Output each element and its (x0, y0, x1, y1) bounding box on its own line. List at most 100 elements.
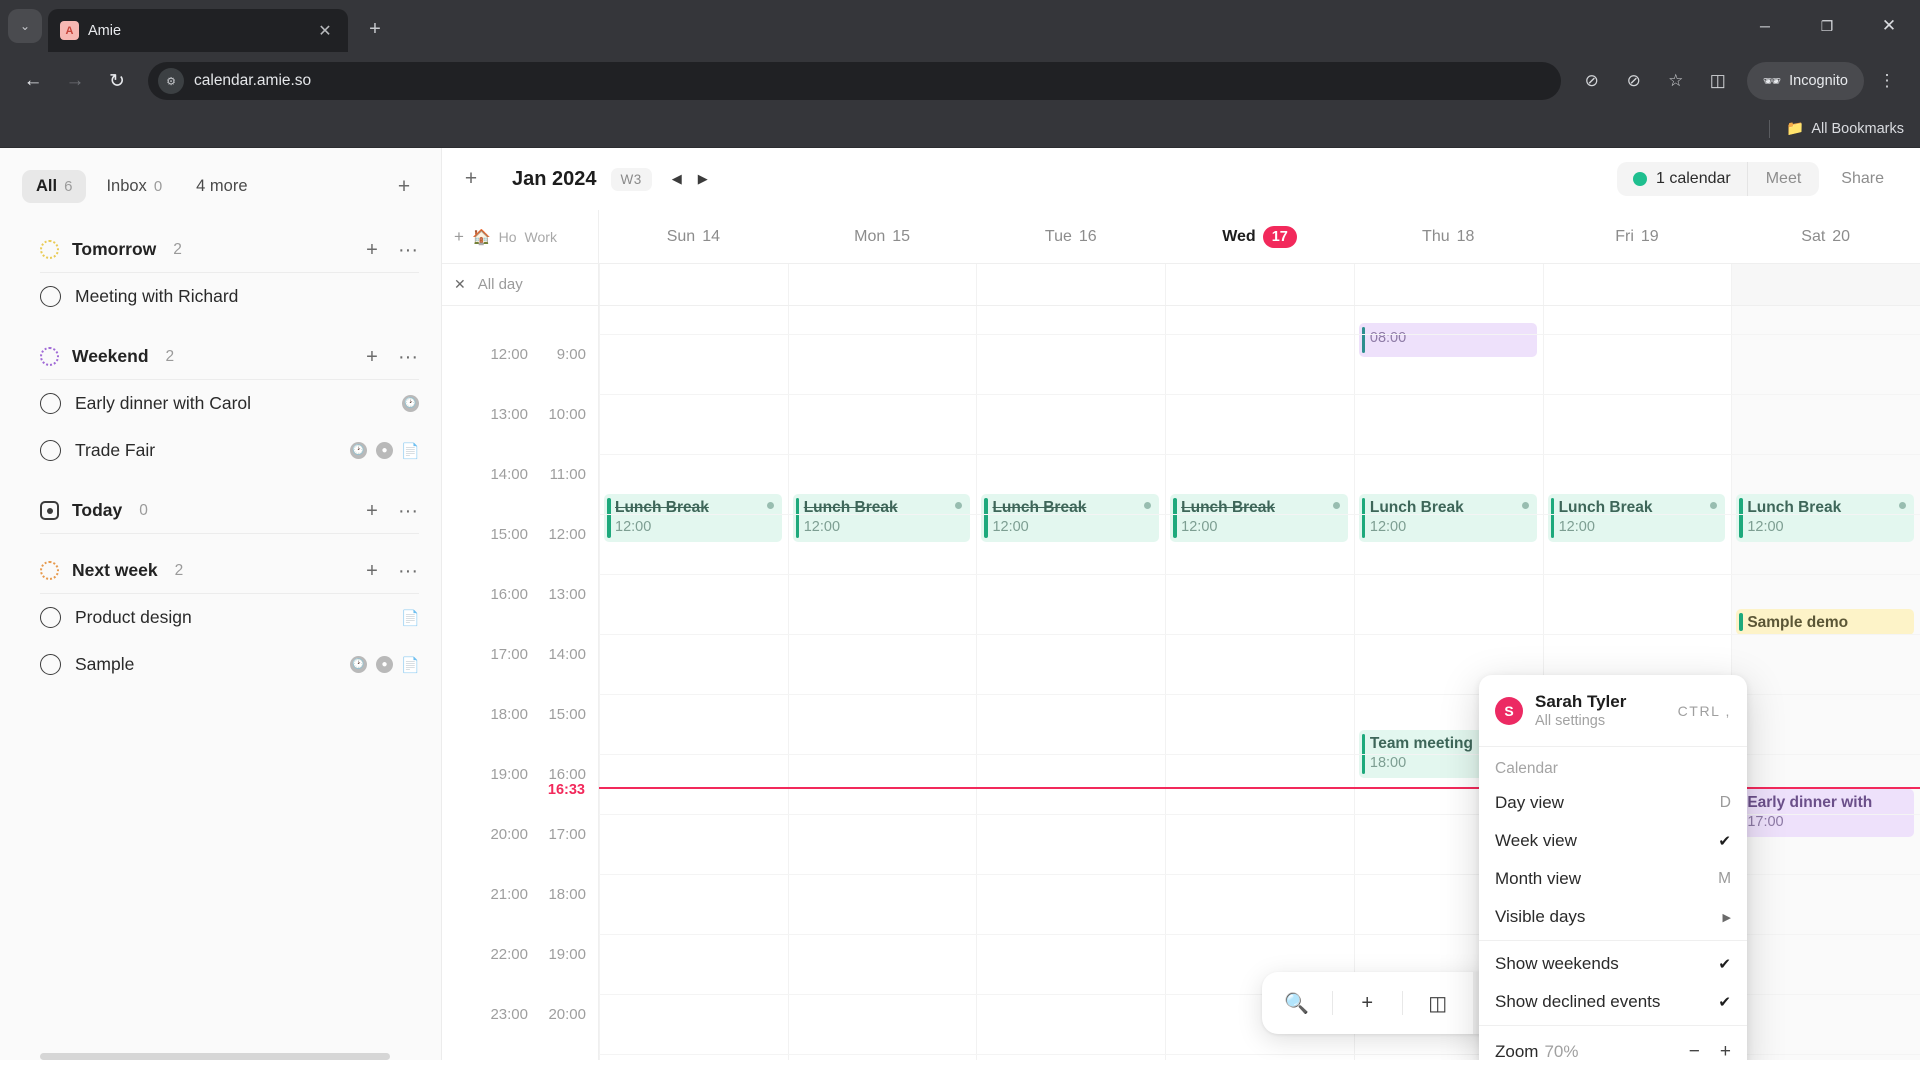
day-header-thu[interactable]: Thu 18 (1354, 210, 1543, 263)
group-more-button[interactable]: ··· (397, 347, 419, 367)
menu-item-week-view[interactable]: Week view ✔ (1479, 822, 1747, 860)
group-more-button[interactable]: ··· (397, 501, 419, 521)
list-item[interactable]: Meeting with Richard (0, 273, 441, 320)
collapse-icon[interactable]: ✕ (454, 276, 466, 293)
list-item[interactable]: Product design 📄 (0, 594, 441, 641)
sidebar-tab-inbox[interactable]: Inbox 0 (92, 170, 176, 203)
calendar-event[interactable]: Lunch Break 12:00 (981, 494, 1160, 542)
bookmark-star-icon[interactable]: ☆ (1657, 62, 1695, 100)
all-day-cell[interactable] (787, 264, 977, 305)
maximize-icon[interactable]: ❐ (1796, 0, 1858, 52)
day-header-wed[interactable]: Wed 17 (1165, 210, 1354, 263)
share-button[interactable]: Share (1819, 162, 1898, 196)
menu-toggle-show-weekends[interactable]: Show weekends ✔ (1479, 945, 1747, 983)
all-day-cell[interactable] (976, 264, 1165, 305)
tab-search-button[interactable]: ⌄ (8, 9, 42, 43)
list-item[interactable]: Early dinner with Carol 🕑 (0, 380, 441, 427)
add-task-to-group-button[interactable]: + (361, 501, 383, 521)
next-week-icon[interactable]: ▶ (698, 171, 708, 187)
add-task-to-group-button[interactable]: + (361, 561, 383, 581)
all-day-cell[interactable] (1542, 264, 1732, 305)
calendar-count-button[interactable]: 1 calendar (1617, 162, 1747, 196)
menu-user-row[interactable]: S Sarah Tyler All settings CTRL , (1479, 681, 1747, 742)
calendar-event[interactable]: Lunch Break 12:00 (1547, 494, 1726, 542)
side-panel-icon[interactable]: ◫ (1699, 62, 1737, 100)
all-day-cell[interactable] (599, 264, 788, 305)
avatar: S (1495, 696, 1523, 725)
task-group-header[interactable]: Next week 2 + ··· (0, 552, 441, 589)
panel-toggle-icon[interactable]: ◫ (1403, 972, 1473, 1034)
zoom-label: Zoom (1495, 1042, 1539, 1060)
day-column-sat[interactable]: Lunch Break 12:00 Sample demo Early dinner … (1731, 306, 1920, 1060)
sidebar-tab-all[interactable]: All 6 (22, 170, 87, 203)
calendar-event[interactable]: Lunch Break 12:00 (604, 494, 782, 542)
calendar-event[interactable]: Lunch Break 12:00 (1358, 494, 1537, 542)
add-task-button[interactable]: + (389, 172, 419, 202)
day-header-fri[interactable]: Fri 19 (1543, 210, 1732, 263)
menu-item-month-view[interactable]: Month view M (1479, 860, 1747, 898)
day-header-mon[interactable]: Mon 15 (788, 210, 977, 263)
incognito-indicator[interactable]: 🕶 Incognito (1746, 62, 1864, 100)
all-day-cell[interactable] (1353, 264, 1543, 305)
calendar-event[interactable]: 08:00 (1358, 323, 1537, 357)
task-checkbox[interactable] (40, 286, 61, 307)
task-checkbox[interactable] (40, 393, 61, 414)
address-bar[interactable]: ⚙ calendar.amie.so (148, 62, 1561, 100)
group-more-button[interactable]: ··· (397, 240, 419, 260)
task-checkbox[interactable] (40, 607, 61, 628)
calendar-event[interactable]: Lunch Break 12:00 (792, 494, 971, 542)
prev-week-icon[interactable]: ◀ (672, 171, 682, 187)
day-column-mon[interactable]: Lunch Break 12:00 (787, 306, 977, 1060)
reload-icon[interactable]: ↻ (98, 62, 136, 100)
add-timezone-icon[interactable]: + (454, 227, 464, 247)
task-group-header[interactable]: Today 0 + ··· (0, 492, 441, 529)
task-checkbox[interactable] (40, 440, 61, 461)
zoom-out-button[interactable]: − (1689, 1041, 1700, 1060)
tracking-protection-icon[interactable]: ⊘ (1573, 62, 1611, 100)
list-item[interactable]: Trade Fair 🕑 ● 📄 (0, 427, 441, 474)
calendar-event[interactable]: Early dinner with 17:00 (1736, 789, 1915, 837)
sidebar-add-button[interactable]: + (458, 167, 484, 191)
all-bookmarks-button[interactable]: 📁 All Bookmarks (1786, 120, 1904, 138)
menu-toggle-show-declined-events[interactable]: Show declined events ✔ (1479, 983, 1747, 1021)
close-tab-icon[interactable]: ✕ (314, 20, 336, 42)
task-checkbox[interactable] (40, 654, 61, 675)
event-color-bar (984, 498, 988, 538)
task-group-header[interactable]: Weekend 2 + ··· (0, 338, 441, 375)
calendar-event[interactable]: Sample demo (1736, 609, 1915, 635)
close-window-icon[interactable]: ✕ (1858, 0, 1920, 52)
task-label: Trade Fair (75, 440, 156, 460)
add-task-to-group-button[interactable]: + (361, 347, 383, 367)
all-day-cell[interactable] (1165, 264, 1354, 305)
add-event-button[interactable]: + (1333, 972, 1403, 1034)
browser-menu-icon[interactable]: ⋮ (1868, 62, 1906, 100)
add-task-to-group-button[interactable]: + (361, 240, 383, 260)
day-header-sat[interactable]: Sat 20 (1731, 210, 1920, 263)
minimize-icon[interactable]: ─ (1734, 0, 1796, 52)
clock-icon: 🕑 (402, 395, 419, 412)
zoom-in-button[interactable]: + (1720, 1041, 1731, 1060)
search-icon[interactable]: 🔍 (1262, 972, 1332, 1034)
site-settings-icon[interactable]: ⚙ (158, 68, 184, 94)
day-column-sun[interactable]: Lunch Break 12:00 (599, 306, 788, 1060)
browser-tab[interactable]: A Amie ✕ (48, 9, 348, 52)
new-tab-button[interactable]: + (358, 12, 392, 46)
sidebar-scrollbar[interactable] (0, 1053, 442, 1060)
day-column-tue[interactable]: Lunch Break 12:00 (976, 306, 1165, 1060)
day-header-tue[interactable]: Tue 16 (976, 210, 1165, 263)
forward-icon[interactable]: → (56, 62, 94, 100)
calendar-event[interactable]: Lunch Break 12:00 (1736, 494, 1915, 542)
meet-button[interactable]: Meet (1746, 162, 1820, 196)
group-more-button[interactable]: ··· (397, 561, 419, 581)
calendar-event[interactable]: Lunch Break 12:00 (1170, 494, 1348, 542)
all-day-cell[interactable] (1731, 264, 1920, 305)
sidebar-tab-4-more[interactable]: 4 more (182, 170, 261, 203)
day-header-sun[interactable]: Sun 14 (599, 210, 788, 263)
menu-item-day-view[interactable]: Day view D (1479, 784, 1747, 822)
day-column-wed[interactable]: Lunch Break12:00Lunch with Chris (1165, 306, 1354, 1060)
menu-item-visible-days[interactable]: Visible days ▶ (1479, 898, 1747, 936)
list-item[interactable]: Sample 🕑 ● 📄 (0, 641, 441, 688)
hide-password-icon[interactable]: ⊘ (1615, 62, 1653, 100)
task-group-header[interactable]: Tomorrow 2 + ··· (0, 231, 441, 268)
back-icon[interactable]: ← (14, 62, 52, 100)
